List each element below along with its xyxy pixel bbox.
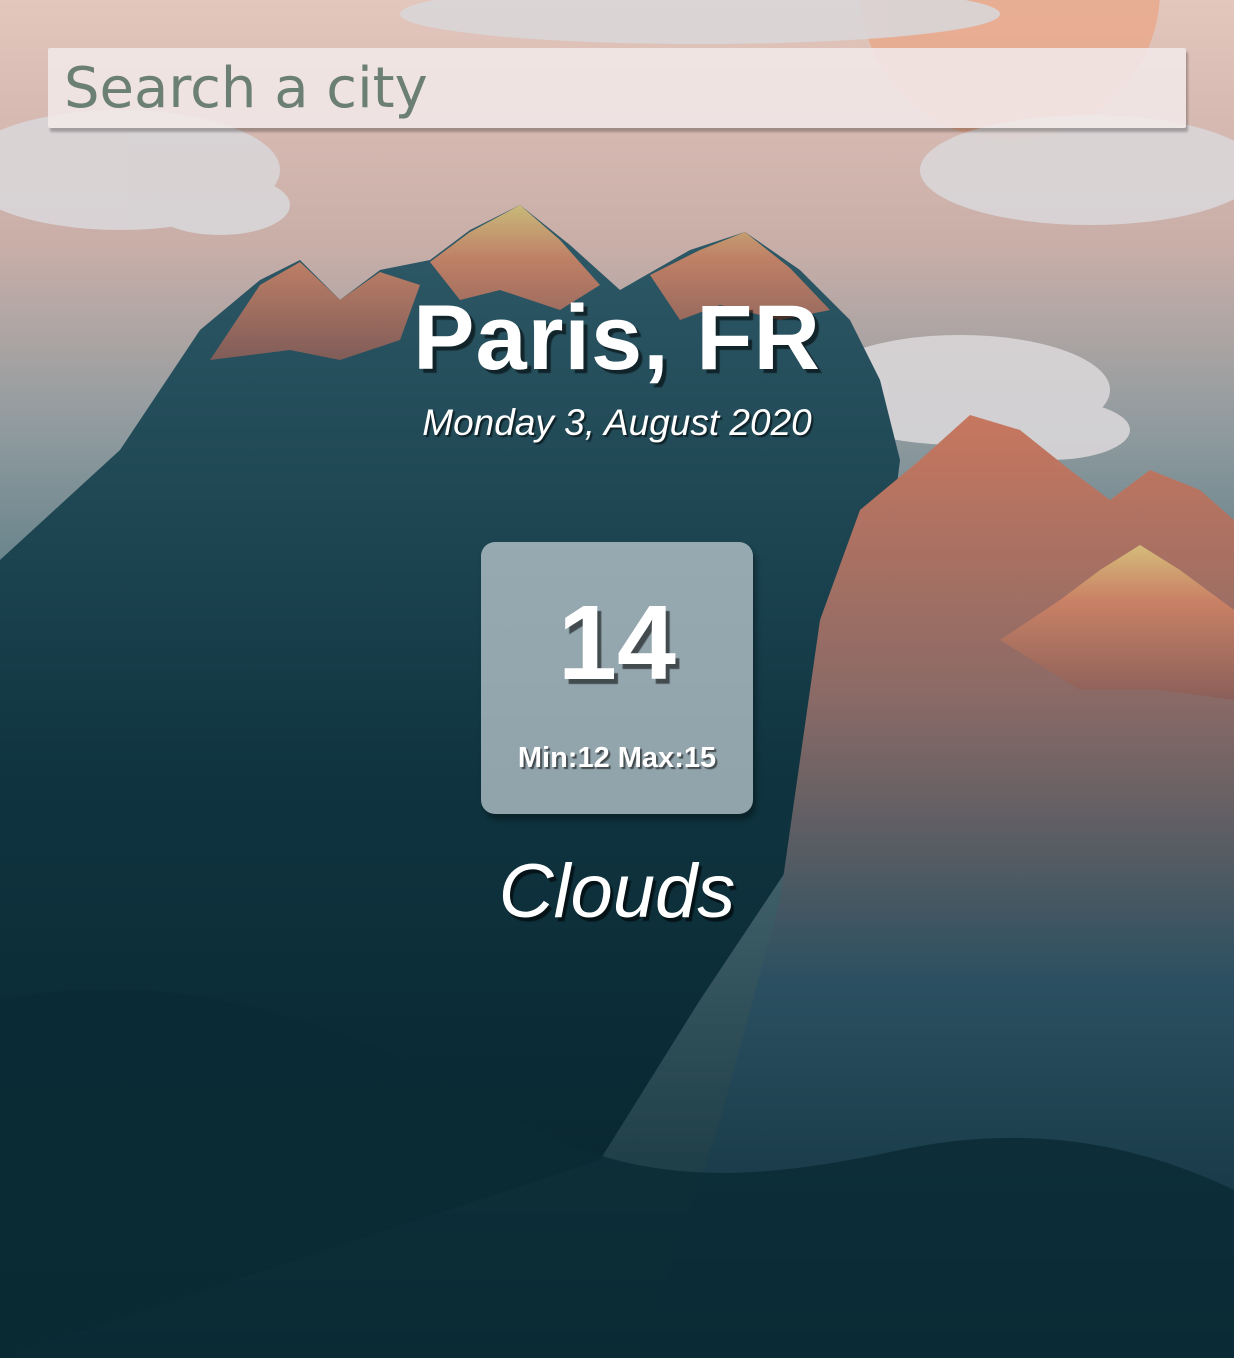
search-box — [48, 48, 1186, 128]
temperature-value: 14 — [558, 584, 676, 702]
city-name: Paris, FR — [413, 287, 821, 389]
search-input[interactable] — [48, 48, 1186, 128]
weather-condition: Clouds — [498, 849, 736, 934]
temperature-card: 14 Min:12 Max:15 — [481, 542, 753, 814]
location-box: Paris, FR Monday 3, August 2020 — [0, 292, 1234, 444]
temperature-range: Min:12 Max:15 — [517, 742, 717, 774]
current-date: Monday 3, August 2020 — [422, 402, 812, 443]
